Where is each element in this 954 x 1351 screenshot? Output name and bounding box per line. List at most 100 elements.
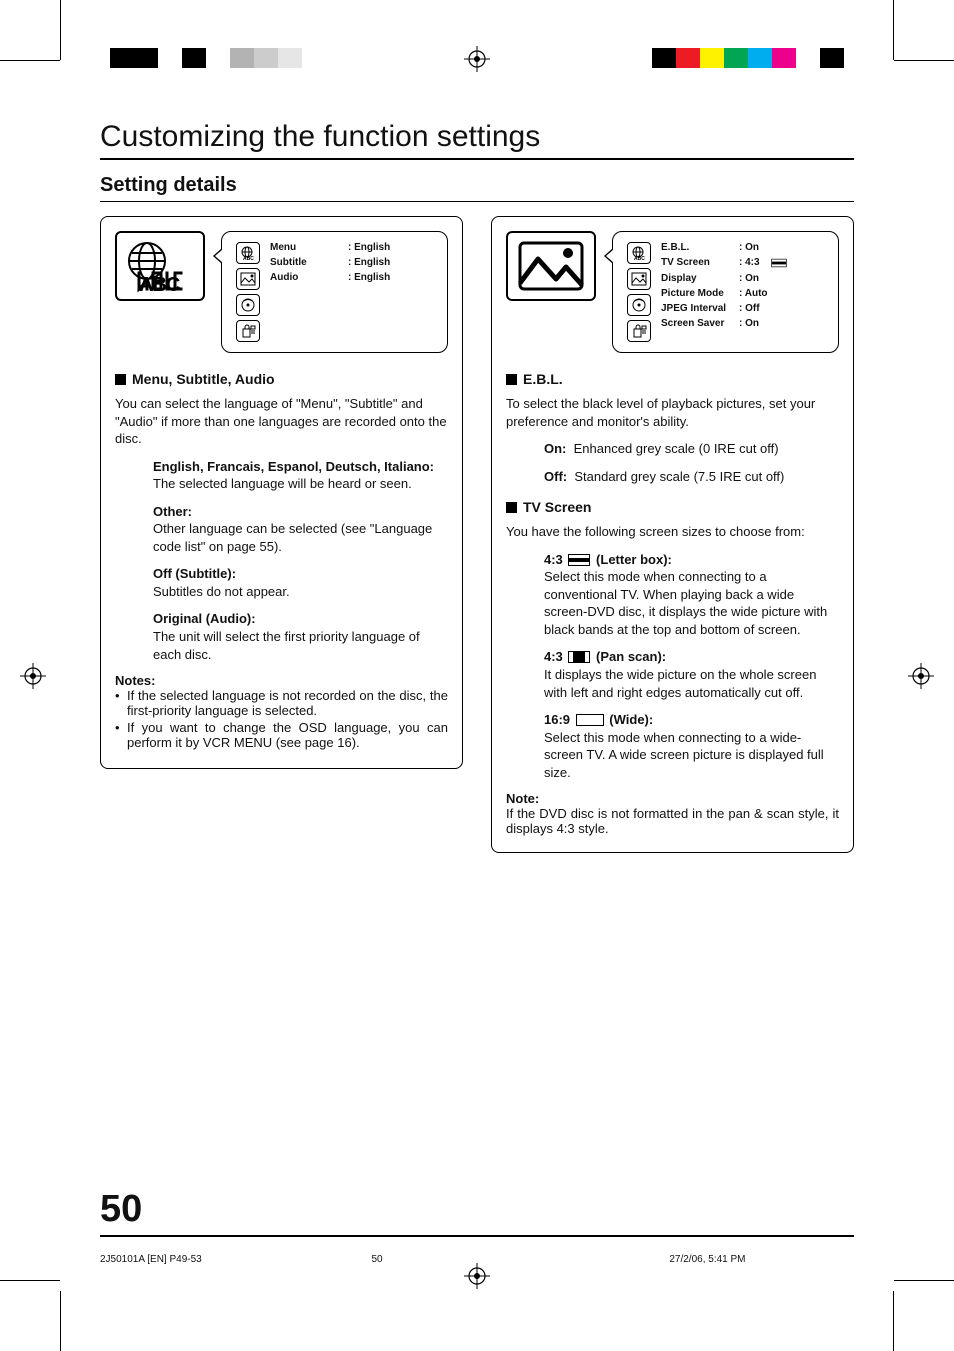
osd-key: TV Screen	[661, 257, 733, 269]
disc-icon	[236, 294, 260, 316]
parental-icon	[627, 320, 651, 342]
right-column: ABC E.B.L.: OnTV Screen: 4:3Display: OnP…	[491, 216, 854, 865]
globe-abc-icon: ABC	[236, 242, 260, 264]
crop-mark	[894, 60, 954, 61]
osd-val: : Auto	[739, 288, 768, 299]
definition-block: Off (Subtitle):Subtitles do not appear.	[153, 565, 448, 600]
osd-row: JPEG Interval: Off	[661, 303, 792, 314]
swatch	[796, 48, 820, 68]
osd-key: JPEG Interval	[661, 303, 733, 314]
swatch	[110, 48, 134, 68]
left-notes-list: If the selected language is not recorded…	[115, 688, 448, 750]
definition-head: Off (Subtitle):	[153, 566, 236, 581]
swatch	[158, 48, 182, 68]
left-column: ABC ABC Menu : English Subtitle : English Au…	[100, 216, 463, 865]
definition-head: English, Francais, Espanol, Deutsch, Ita…	[153, 459, 434, 474]
registration-mark-icon	[464, 46, 490, 72]
tv-pan-label: 4:3	[544, 649, 563, 664]
registration-mark-icon	[908, 663, 934, 689]
swatch	[254, 48, 278, 68]
osd-val: : On	[739, 242, 759, 253]
crop-mark	[893, 1291, 894, 1351]
osd-row: TV Screen: 4:3	[661, 257, 792, 269]
page-number: 50	[100, 1188, 142, 1231]
definition-body: The unit will select the first priority …	[153, 629, 420, 662]
definition-head: Original (Audio):	[153, 611, 256, 626]
tv-letter-suffix: (Letter box):	[596, 552, 672, 567]
language-osd-rows: Menu: EnglishSubtitle: EnglishAudio: Eng…	[270, 242, 390, 287]
content: Customizing the function settings Settin…	[100, 120, 854, 865]
section-title: Setting details	[100, 174, 854, 197]
crop-mark	[894, 1280, 954, 1281]
osd-val: : English	[348, 257, 390, 268]
definition-body: The selected language will be heard or s…	[153, 476, 412, 491]
osd-key: E.B.L.	[661, 242, 733, 253]
definition-block: Original (Audio): The unit will select th…	[153, 610, 448, 663]
swatch	[676, 48, 700, 68]
swatch	[820, 48, 844, 68]
tv-head: TV Screen	[523, 499, 591, 515]
picture-icon	[236, 268, 260, 290]
tv-letter-label: 4:3	[544, 552, 563, 567]
panscan-icon	[568, 651, 590, 663]
tv-pan-body: It displays the wide picture on the whol…	[544, 667, 816, 700]
tv-letter-body: Select this mode when connecting to a co…	[544, 569, 827, 637]
osd-key: Subtitle	[270, 257, 342, 268]
picture-osd-rows: E.B.L.: OnTV Screen: 4:3Display: OnPictu…	[661, 242, 792, 333]
tv-wide-body: Select this mode when connecting to a wi…	[544, 730, 824, 780]
osd-row: E.B.L. : On	[661, 242, 792, 253]
crop-mark	[0, 1280, 60, 1281]
ebl-off-body: Standard grey scale (7.5 IRE cut off)	[574, 469, 784, 484]
registration-mark-icon	[464, 1263, 490, 1289]
osd-key: Menu	[270, 242, 342, 253]
language-osd-bubble: ABC Menu: EnglishSubtitle: EnglishAudio:…	[221, 231, 448, 353]
left-subhead: Menu, Subtitle, Audio	[132, 371, 275, 387]
osd-key: Screen Saver	[661, 318, 733, 329]
crop-mark	[60, 0, 61, 60]
language-menu-big-icon: ABC	[115, 231, 205, 301]
disc-icon	[627, 294, 651, 316]
bullet-square-icon	[506, 502, 517, 513]
tv-wide-suffix: (Wide):	[609, 712, 653, 727]
crop-mark	[0, 60, 60, 61]
right-panel: ABC E.B.L.: OnTV Screen: 4:3Display: OnP…	[491, 216, 854, 853]
osd-val: : On	[739, 318, 759, 329]
colorbar-left	[110, 48, 302, 68]
bullet-square-icon	[115, 374, 126, 385]
page-title: Customizing the function settings	[100, 120, 854, 154]
right-note-head: Note:	[506, 791, 839, 806]
divider	[100, 201, 854, 202]
divider	[100, 158, 854, 160]
ebl-on-body: Enhanced grey scale (0 IRE cut off)	[574, 441, 779, 456]
osd-key: Display	[661, 273, 733, 284]
tv-wide-label: 16:9	[544, 712, 570, 727]
footer: 2J50101A [EN] P49-53 50 27/2/06, 5:41 PM	[100, 1254, 854, 1265]
osd-row: Display : On	[661, 273, 792, 284]
note-item: If you want to change the OSD language, …	[115, 720, 448, 750]
note-item: If the selected language is not recorded…	[115, 688, 448, 718]
osd-row: Screen Saver : On	[661, 318, 792, 329]
globe-abc-icon: ABC	[627, 242, 651, 264]
left-blocks: English, Francais, Espanol, Deutsch, Ita…	[153, 458, 448, 663]
swatch	[206, 48, 230, 68]
footer-center: 50	[285, 1254, 470, 1265]
definition-body: Other language can be selected (see "Lan…	[153, 521, 432, 554]
page: Customizing the function settings Settin…	[0, 0, 954, 1351]
definition-block: English, Francais, Espanol, Deutsch, Ita…	[153, 458, 448, 493]
picture-icon	[627, 268, 651, 290]
left-intro: You can select the language of "Menu", "…	[115, 395, 448, 448]
tv-intro: You have the following screen sizes to c…	[506, 523, 839, 541]
svg-text:ABC: ABC	[139, 274, 180, 293]
swatch	[748, 48, 772, 68]
swatch	[772, 48, 796, 68]
swatch	[724, 48, 748, 68]
definition-head: Other:	[153, 504, 192, 519]
osd-val: : English	[348, 242, 390, 253]
footer-right: 27/2/06, 5:41 PM	[469, 1254, 854, 1265]
osd-row: Subtitle : English	[270, 257, 390, 268]
divider	[100, 1235, 854, 1237]
osd-key: Audio	[270, 272, 342, 283]
crop-mark	[60, 1291, 61, 1351]
osd-val: : On	[739, 273, 759, 284]
aspect-mini-icon	[771, 259, 786, 267]
